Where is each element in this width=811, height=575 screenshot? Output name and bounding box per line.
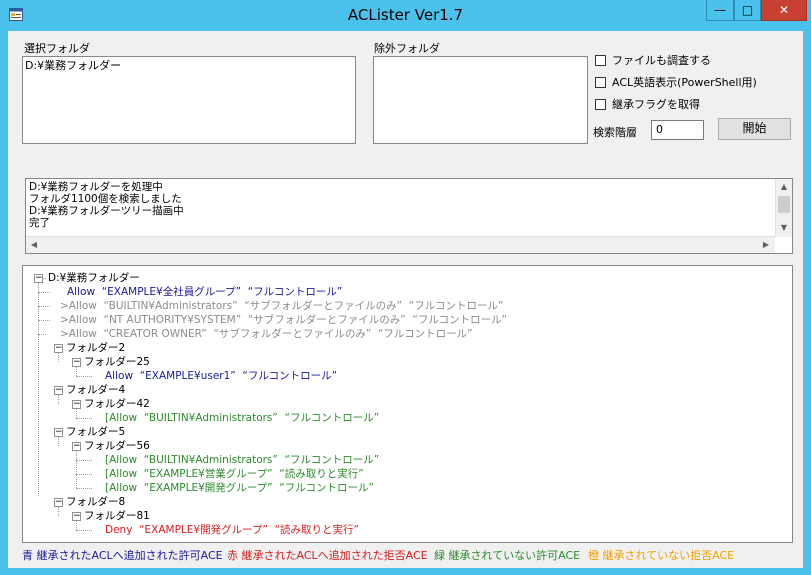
selected-folder-value: D:¥業務フォルダー xyxy=(25,59,122,72)
collapse-toggle-icon[interactable]: − xyxy=(72,400,81,409)
scroll-right-arrow-icon[interactable]: ▶ xyxy=(758,237,774,253)
log-scroll-thumb[interactable] xyxy=(778,196,790,213)
collapse-toggle-icon[interactable]: − xyxy=(72,358,81,367)
option-include-files-label: ファイルも調査する xyxy=(612,54,711,67)
legend-green: 緑 継承されていない許可ACE xyxy=(434,549,581,562)
log-textbox[interactable]: D:¥業務フォルダーを処理中 フォルダ1100個を検索しました D:¥業務フォル… xyxy=(25,178,793,254)
option-include-files[interactable]: ファイルも調査する xyxy=(595,52,711,68)
option-inherit-flag[interactable]: 継承フラグを取得 xyxy=(595,96,700,112)
tree-node-folder[interactable]: フォルダー2 xyxy=(66,342,125,355)
acl-tree-view[interactable]: − − − − − − − − − D:¥業務フォルダー Allow “EXAM… xyxy=(22,265,793,543)
legend-red: 赤 継承されたACLへ追加された拒否ACE xyxy=(227,549,428,562)
log-line: フォルダ1100個を検索しました xyxy=(29,193,182,205)
checkbox-acl-english[interactable] xyxy=(595,76,606,88)
tree-connector xyxy=(38,278,39,496)
tree-node-folder[interactable]: フォルダー5 xyxy=(66,426,125,439)
log-horizontal-scrollbar[interactable]: ◀ ▶ xyxy=(26,236,775,253)
tree-node-ace[interactable]: >Allow “NT AUTHORITY¥SYSTEM” “サブフォルダーとファ… xyxy=(60,314,507,327)
log-line: 完了 xyxy=(29,217,50,229)
log-lines: D:¥業務フォルダーを処理中 フォルダ1100個を検索しました D:¥業務フォル… xyxy=(26,179,792,229)
collapse-toggle-icon[interactable]: − xyxy=(34,274,43,283)
log-line: D:¥業務フォルダーを処理中 xyxy=(29,181,163,193)
option-acl-english-label: ACL英語表示(PowerShell用) xyxy=(612,76,757,89)
tree-connector xyxy=(38,334,46,335)
scroll-down-arrow-icon[interactable]: ▼ xyxy=(776,220,792,236)
collapse-toggle-icon[interactable]: − xyxy=(54,428,63,437)
option-acl-english[interactable]: ACL英語表示(PowerShell用) xyxy=(595,74,757,90)
client-area: 選択フォルダ D:¥業務フォルダー 除外フォルダ ファイルも調査する ACL英語… xyxy=(8,31,803,568)
tree-connector xyxy=(76,474,92,475)
tree-node-root[interactable]: D:¥業務フォルダー xyxy=(48,272,140,285)
window-title: ACLister Ver1.7 xyxy=(347,6,464,24)
legend-blue: 青 継承されたACLへ追加された許可ACE xyxy=(22,549,223,562)
tree-node-ace[interactable]: Allow “EXAMPLE¥user1” “フルコントロール” xyxy=(105,370,337,383)
tree-node-ace[interactable]: >Allow “CREATOR OWNER” “サブフォルダーとファイルのみ” … xyxy=(60,328,473,341)
checkbox-inherit-flag[interactable] xyxy=(595,98,606,110)
scroll-left-arrow-icon[interactable]: ◀ xyxy=(26,237,42,253)
tree-node-folder[interactable]: フォルダー81 xyxy=(84,510,150,523)
tree-node-ace[interactable]: [Allow “EXAMPLE¥開発グループ” “フルコントロール” xyxy=(105,482,374,495)
tree-node-folder[interactable]: フォルダー8 xyxy=(66,496,125,509)
excluded-folder-value xyxy=(374,57,587,61)
title-bar[interactable]: ACLister Ver1.7 — □ ✕ xyxy=(0,0,811,32)
collapse-toggle-icon[interactable]: − xyxy=(54,498,63,507)
tree-connector xyxy=(76,418,92,419)
tree-node-folder[interactable]: フォルダー4 xyxy=(66,384,125,397)
tree-connector xyxy=(76,446,77,488)
minimize-button[interactable]: — xyxy=(706,0,734,21)
tree-connector xyxy=(76,488,92,489)
excluded-folder-textbox[interactable] xyxy=(373,56,588,144)
log-line: D:¥業務フォルダーツリー描画中 xyxy=(29,205,184,217)
tree-node-ace[interactable]: [Allow “BUILTIN¥Administrators” “フルコントロー… xyxy=(105,412,379,425)
start-button[interactable]: 開始 xyxy=(718,118,791,140)
tree-connector xyxy=(38,320,50,321)
tree-connector xyxy=(76,530,92,531)
tree-node-ace[interactable]: [Allow “EXAMPLE¥営業グループ” “読み取りと実行” xyxy=(105,468,364,481)
selected-folder-textbox[interactable]: D:¥業務フォルダー xyxy=(22,56,356,144)
tree-node-folder[interactable]: フォルダー42 xyxy=(84,398,150,411)
collapse-toggle-icon[interactable]: − xyxy=(72,512,81,521)
log-vertical-scrollbar[interactable]: ▲ ▼ xyxy=(775,179,792,237)
tree-node-folder[interactable]: フォルダー56 xyxy=(84,440,150,453)
tree-connector xyxy=(76,460,92,461)
depth-label: 検索階層 xyxy=(593,126,637,139)
scroll-up-arrow-icon[interactable]: ▲ xyxy=(776,179,792,195)
depth-input[interactable]: 0 xyxy=(651,120,704,140)
checkbox-include-files[interactable] xyxy=(595,54,606,66)
app-window: ACLister Ver1.7 — □ ✕ 選択フォルダ D:¥業務フォルダー … xyxy=(0,0,811,575)
tree-node-ace[interactable]: Deny “EXAMPLE¥開発グループ” “読み取りと実行” xyxy=(105,524,359,537)
maximize-button[interactable]: □ xyxy=(734,0,761,21)
option-inherit-flag-label: 継承フラグを取得 xyxy=(612,98,700,111)
tree-node-ace[interactable]: [Allow “BUILTIN¥Administrators” “フルコントロー… xyxy=(105,454,379,467)
tree-connector xyxy=(76,376,92,377)
tree-node-folder[interactable]: フォルダー25 xyxy=(84,356,150,369)
tree-connector xyxy=(38,306,50,307)
tree-node-ace[interactable]: Allow “EXAMPLE¥全社員グループ” “フルコントロール” xyxy=(67,286,342,299)
close-button[interactable]: ✕ xyxy=(761,0,807,21)
tree-connector xyxy=(38,292,50,293)
collapse-toggle-icon[interactable]: − xyxy=(54,386,63,395)
collapse-toggle-icon[interactable]: − xyxy=(54,344,63,353)
excluded-folder-label: 除外フォルダ xyxy=(374,42,440,55)
collapse-toggle-icon[interactable]: − xyxy=(72,442,81,451)
tree-node-ace[interactable]: >Allow “BUILTIN¥Administrators” “サブフォルダー… xyxy=(60,300,503,313)
legend-orange: 橙 継承されていない拒否ACE xyxy=(588,549,735,562)
selected-folder-label: 選択フォルダ xyxy=(24,42,90,55)
